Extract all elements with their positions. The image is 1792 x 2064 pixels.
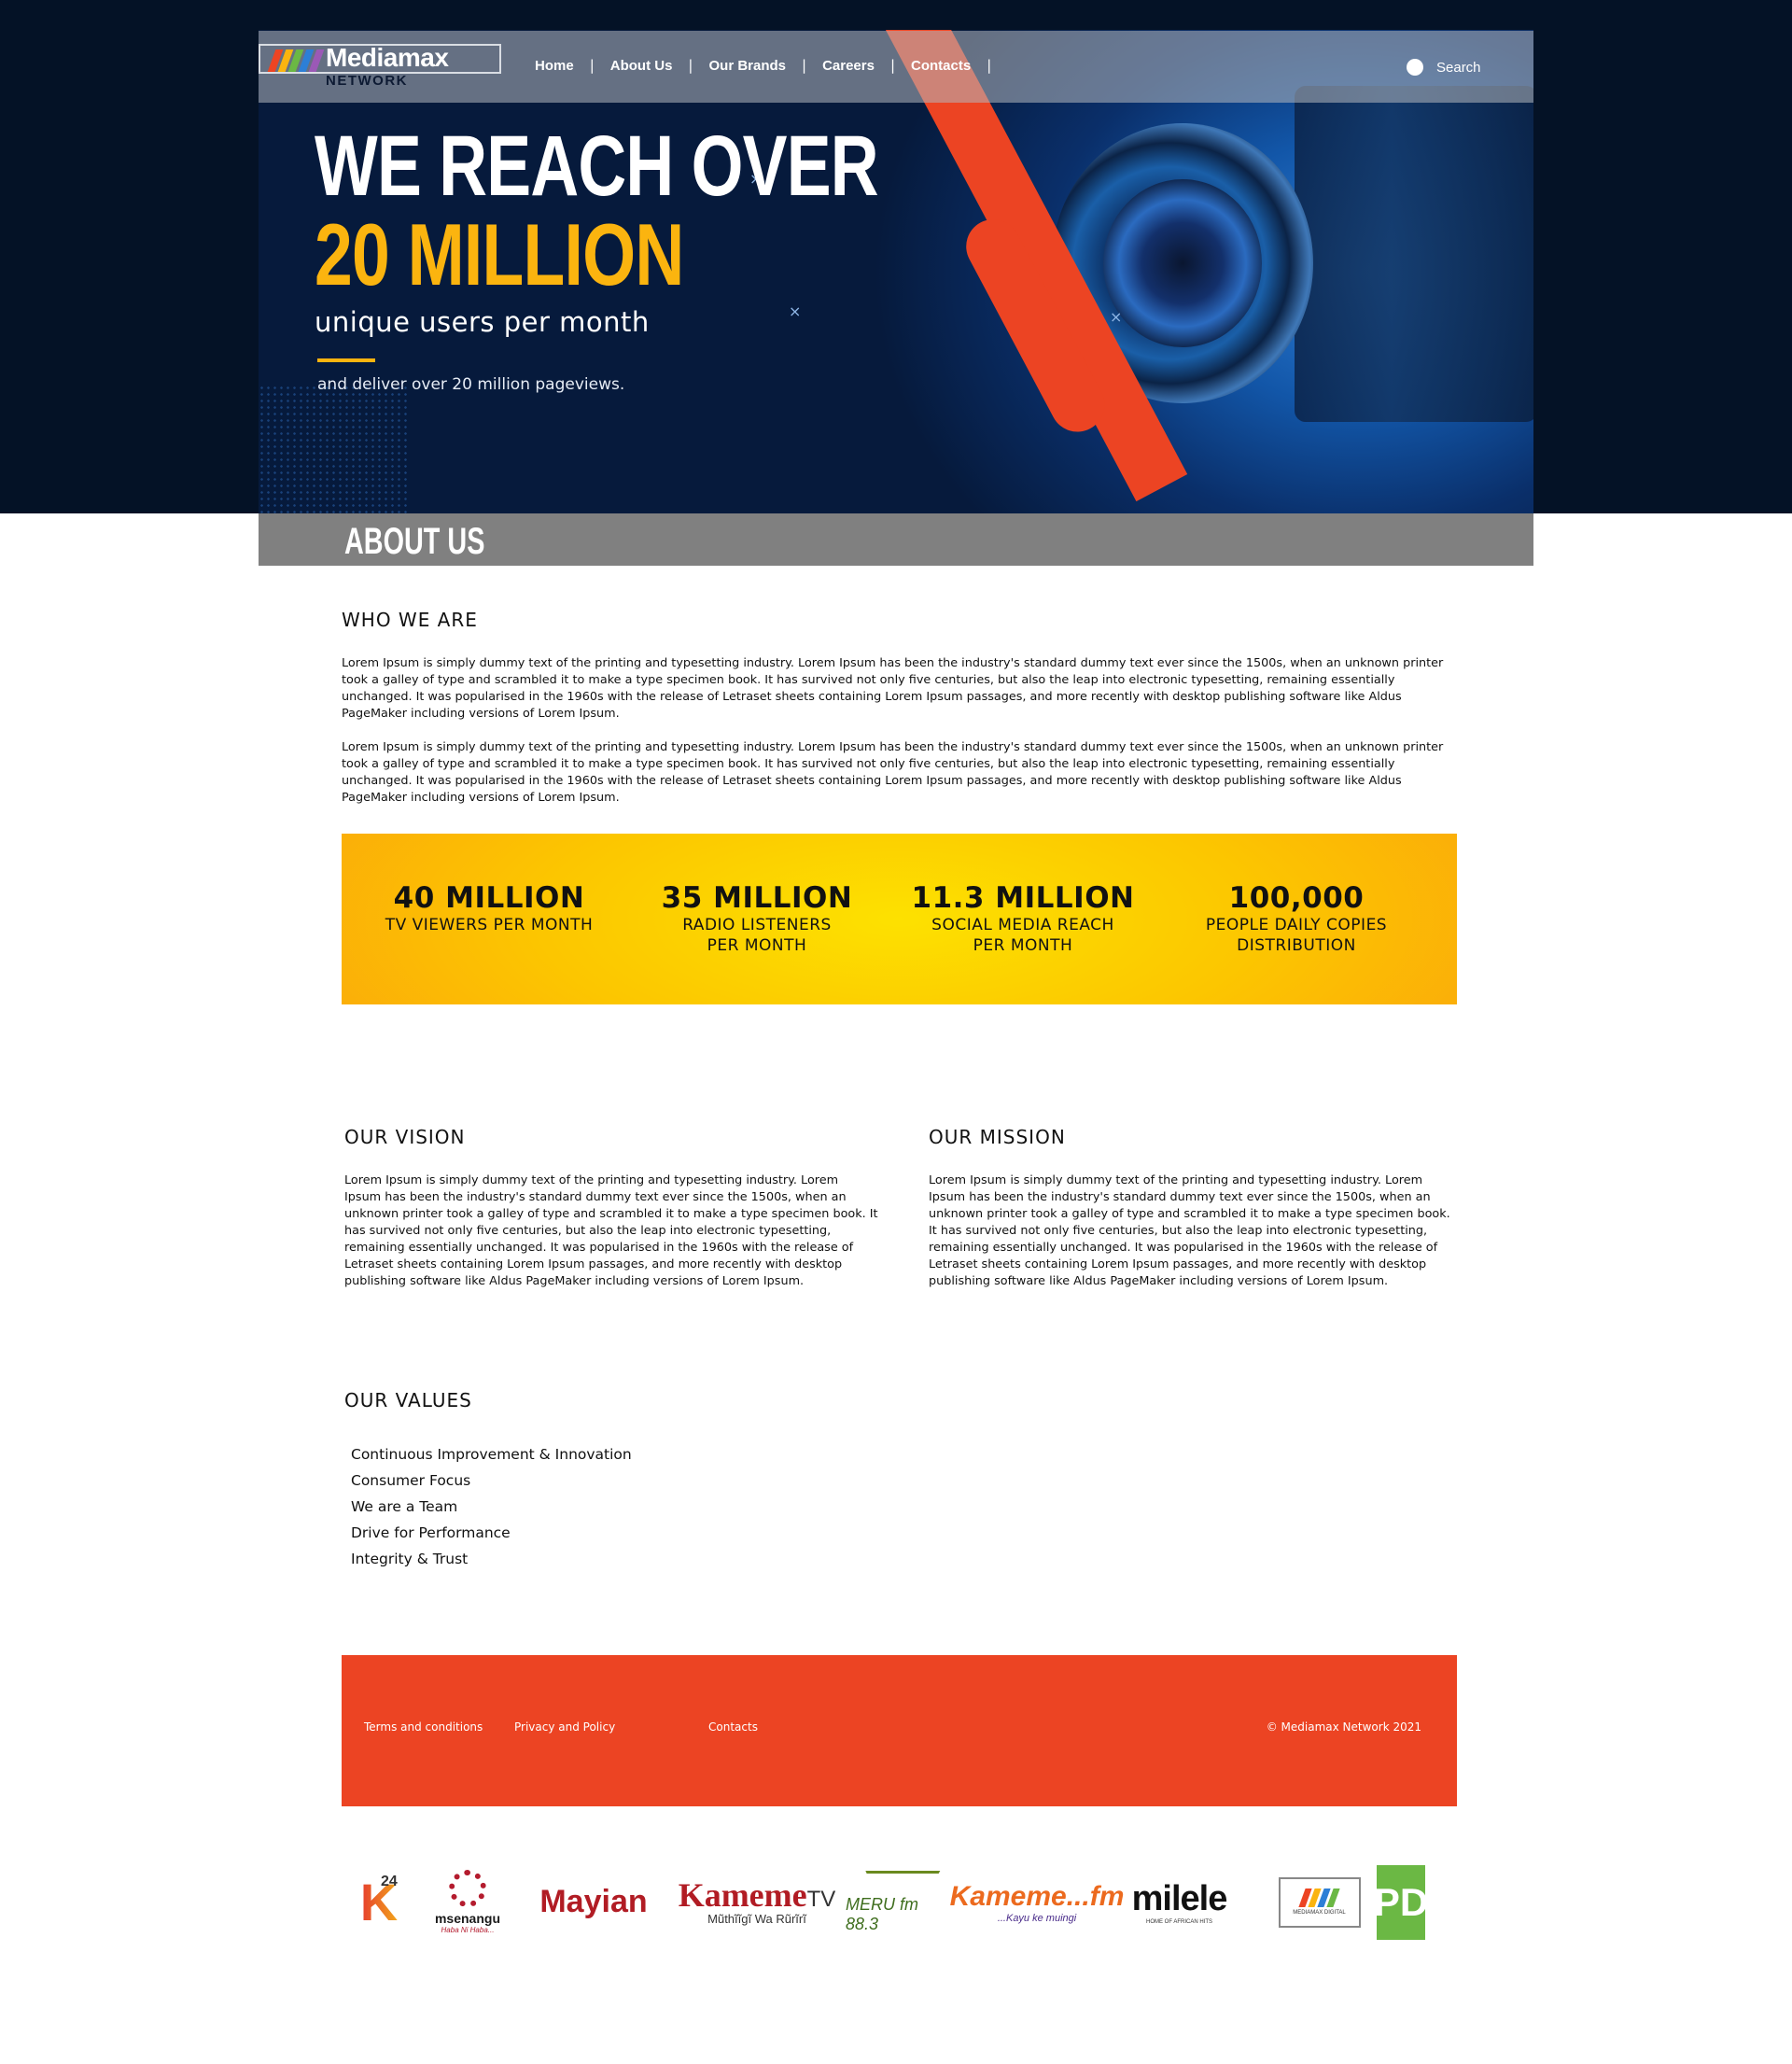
sparkle-icon: × [1110, 308, 1123, 326]
hero-headline: WE REACH OVER 20 MILLION unique users pe… [315, 123, 1037, 394]
msenangu-emblem-icon [449, 1870, 486, 1907]
stat-radio-listeners: 35 MILLION RADIO LISTENERS PER MONTH [636, 884, 878, 956]
stat-tv-viewers: 40 MILLION TV VIEWERS PER MONTH [368, 884, 610, 935]
nav-separator: | [889, 57, 896, 74]
footer-contacts-link[interactable]: Contacts [708, 1720, 758, 1734]
kameme-tv-logo[interactable]: KamemeTV Mũthĩĩgĩ Wa Rũrĩrĩ [678, 1862, 836, 1942]
footer-copyright: © Mediamax Network 2021 [1266, 1720, 1421, 1734]
who-we-are-paragraph: Lorem Ipsum is simply dummy text of the … [342, 740, 1444, 805]
stat-label: TV VIEWERS PER MONTH [385, 916, 594, 934]
hero-line-1: WE REACH OVER [315, 119, 879, 214]
mediamax-digital-bars-icon [1298, 1888, 1340, 1907]
kameme-fm-tagline: ...Kayu ke muingi [997, 1912, 1077, 1924]
stat-label: PEOPLE DAILY COPIES DISTRIBUTION [1205, 916, 1388, 955]
list-item: Integrity & Trust [351, 1551, 469, 1567]
mayian-logo[interactable]: Mayian [533, 1862, 654, 1942]
mediamax-logo[interactable]: Mediamax NETWORK [259, 43, 501, 91]
hero-divider [317, 358, 375, 362]
hero-line-4: and deliver over 20 million pageviews. [317, 375, 625, 394]
hero-line-3: unique users per month [315, 306, 650, 338]
msenangu-name: msenangu [434, 1911, 500, 1926]
stat-value: 11.3 MILLION [911, 881, 1135, 915]
nav-contacts[interactable]: Contacts [911, 58, 971, 74]
nav-careers[interactable]: Careers [822, 58, 875, 74]
list-item: We are a Team [351, 1498, 458, 1515]
kameme-fm-name: Kameme...fm [949, 1880, 1125, 1912]
mediamax-digital-frame: MEDIAMAX DIGITAL [1278, 1876, 1361, 1928]
who-we-are-heading: WHO WE ARE [342, 609, 478, 631]
footer: Terms and conditions Privacy and Policy … [342, 1655, 1457, 1806]
search-box[interactable]: Search [1407, 59, 1481, 76]
milele-tagline: HOME OF AFRICAN HITS [1145, 1919, 1212, 1925]
our-values-heading: OUR VALUES [344, 1389, 472, 1411]
meru-fm-logo[interactable]: MERU fm 88.3 [846, 1862, 948, 1942]
stat-value: 100,000 [1228, 881, 1365, 915]
stats-banner: 40 MILLION TV VIEWERS PER MONTH 35 MILLI… [342, 834, 1457, 1004]
kameme-tv-tagline: Mũthĩĩgĩ Wa Rũrĩrĩ [707, 1912, 806, 1926]
list-item: Drive for Performance [351, 1524, 511, 1541]
main-nav: Home | About Us | Our Brands | Careers |… [535, 57, 1007, 74]
about-us-title: ABOUT US [344, 521, 485, 562]
kameme-tv-name: Kameme [678, 1876, 807, 1914]
stat-social-reach: 11.3 MILLION SOCIAL MEDIA REACH PER MONT… [902, 884, 1144, 956]
kameme-fm-logo[interactable]: Kameme...fm ...Kayu ke muingi [950, 1862, 1125, 1942]
logo-subtitle: NETWORK [326, 73, 408, 89]
msenangu-tagline: Haba Ni Haba... [441, 1926, 495, 1934]
k24-logo[interactable]: K 24 [351, 1862, 407, 1942]
stat-label: RADIO LISTENERS PER MONTH [682, 916, 832, 955]
top-strip [0, 0, 1792, 30]
search-label[interactable]: Search [1436, 60, 1481, 76]
brand-logos: K 24 msenangu Haba Ni Haba... Mayian Kam… [351, 1862, 1428, 1942]
stat-daily-copies: 100,000 PEOPLE DAILY COPIES DISTRIBUTION [1161, 884, 1432, 956]
meru-mountain-icon [853, 1870, 941, 1891]
about-us-bar: ABOUT US [259, 513, 1533, 566]
mediamax-digital-name: MEDIAMAX DIGITAL [1293, 1910, 1346, 1916]
kameme-tv-wordmark: KamemeTV [679, 1878, 836, 1912]
nav-our-brands[interactable]: Our Brands [708, 58, 786, 74]
search-icon[interactable] [1407, 59, 1423, 76]
nav-about-us[interactable]: About Us [610, 58, 673, 74]
list-item: Continuous Improvement & Innovation [351, 1446, 632, 1463]
hero-line-2: 20 MILLION [315, 205, 684, 303]
list-item: Consumer Focus [351, 1472, 471, 1489]
milele-logo[interactable]: milele HOME OF AFRICAN HITS [1116, 1862, 1242, 1942]
logo-name: Mediamax [326, 43, 449, 72]
people-daily-logo[interactable]: PD [1374, 1862, 1428, 1942]
mediamax-digital-logo[interactable]: MEDIAMAX DIGITAL [1275, 1862, 1364, 1942]
footer-terms-link[interactable]: Terms and conditions [364, 1720, 483, 1734]
msenangu-logo[interactable]: msenangu Haba Ni Haba... [426, 1862, 510, 1942]
nav-separator: | [987, 57, 992, 74]
stat-value: 40 MILLION [393, 881, 585, 915]
nav-separator: | [688, 57, 693, 74]
nav-home[interactable]: Home [535, 58, 574, 74]
meru-fm-name: MERU fm 88.3 [846, 1894, 918, 1933]
nav-separator: | [802, 57, 807, 74]
mayian-name: Mayian [539, 1884, 648, 1919]
our-vision-heading: OUR VISION [344, 1126, 466, 1148]
our-mission-paragraph: Lorem Ipsum is simply dummy text of the … [929, 1173, 1450, 1288]
footer-privacy-link[interactable]: Privacy and Policy [514, 1720, 615, 1734]
k24-number: 24 [381, 1874, 398, 1889]
stat-value: 35 MILLION [661, 881, 853, 915]
camera-lens-inner-graphic [1103, 179, 1262, 347]
dot-pattern-graphic [259, 385, 408, 513]
who-we-are-paragraph: Lorem Ipsum is simply dummy text of the … [342, 656, 1444, 721]
values-list: Continuous Improvement & Innovation Cons… [351, 1441, 632, 1572]
stat-label: SOCIAL MEDIA REACH PER MONTH [931, 916, 1114, 955]
milele-name: milele [1131, 1879, 1228, 1918]
nav-separator: | [589, 57, 595, 74]
camera-body-graphic [1295, 86, 1533, 422]
top-navbar: Mediamax NETWORK Home | About Us | Our B… [259, 31, 1533, 103]
our-mission-heading: OUR MISSION [929, 1126, 1066, 1148]
kameme-tv-suffix: TV [806, 1887, 836, 1912]
people-daily-mark: PD [1374, 1864, 1428, 1940]
our-vision-paragraph: Lorem Ipsum is simply dummy text of the … [344, 1173, 878, 1288]
